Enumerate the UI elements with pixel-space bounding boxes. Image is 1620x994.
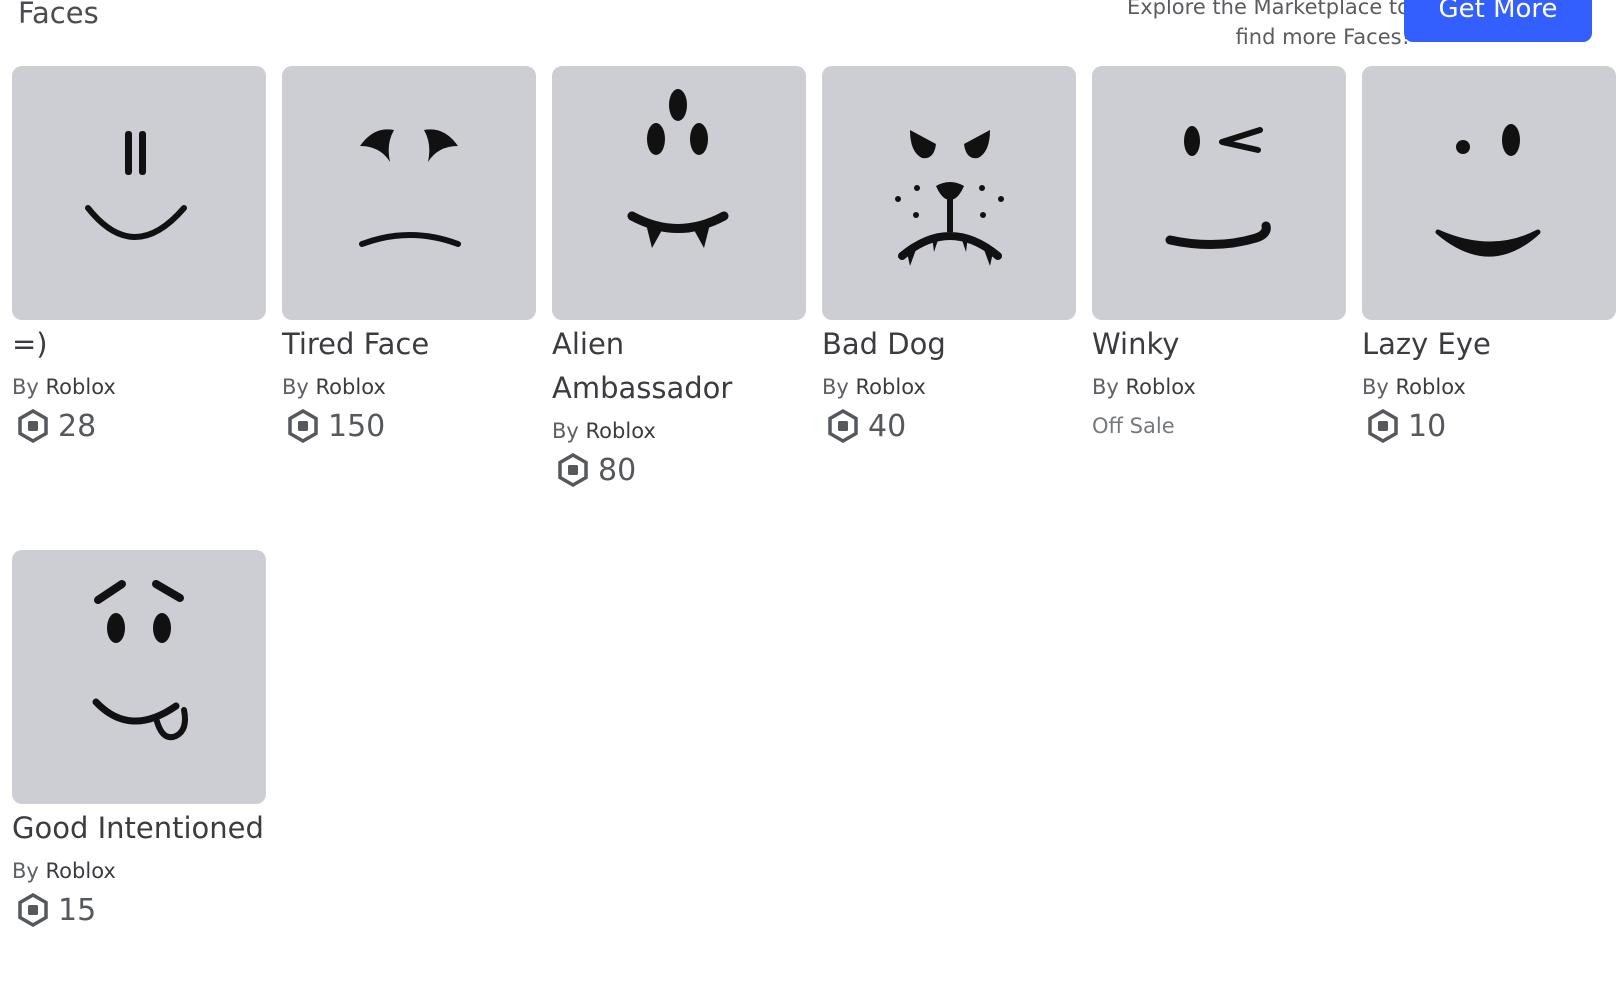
item-thumbnail[interactable] <box>822 66 1076 320</box>
price-amount: 150 <box>328 408 386 444</box>
robux-icon <box>18 409 48 443</box>
good-intentioned-face-icon <box>92 580 188 741</box>
item-creator: By Roblox <box>12 372 266 402</box>
winky-face-icon <box>1165 126 1271 249</box>
item-price: 150 <box>282 408 536 444</box>
by-label: By <box>1092 375 1119 399</box>
item-creator: By Roblox <box>12 856 266 886</box>
item-name[interactable]: Tired Face <box>282 322 536 366</box>
item-creator: By Roblox <box>282 372 536 402</box>
alien-ambassador-face-icon <box>627 89 729 248</box>
equals-smile-face-icon <box>85 131 187 240</box>
item-card[interactable]: Bad Dog By Roblox 40 <box>822 66 1076 444</box>
by-label: By <box>12 859 39 883</box>
item-price: 15 <box>12 892 266 928</box>
item-price: 10 <box>1362 408 1616 444</box>
price-amount: 40 <box>868 408 907 444</box>
item-card[interactable]: Winky By Roblox Off Sale <box>1092 66 1346 444</box>
item-card[interactable]: =) By Roblox 28 <box>12 66 266 444</box>
item-name[interactable]: Winky <box>1092 322 1346 366</box>
item-thumbnail[interactable] <box>282 66 536 320</box>
item-thumbnail[interactable] <box>1362 66 1616 320</box>
get-more-label: Get More <box>1438 0 1558 24</box>
section-title: Faces <box>18 0 99 30</box>
creator-link[interactable]: Roblox <box>316 375 386 399</box>
item-name[interactable]: Bad Dog <box>822 322 1076 366</box>
header-subtitle-bottom: find more Faces! <box>1235 25 1410 49</box>
by-label: By <box>1362 375 1389 399</box>
get-more-button[interactable]: Get More <box>1404 0 1592 42</box>
robux-icon <box>18 893 48 927</box>
item-price: 40 <box>822 408 1076 444</box>
lazy-eye-face-icon <box>1435 124 1541 257</box>
item-card[interactable]: Lazy Eye By Roblox 10 <box>1362 66 1616 444</box>
tired-face-icon <box>359 129 461 247</box>
robux-icon <box>558 453 588 487</box>
by-label: By <box>822 375 849 399</box>
by-label: By <box>552 419 579 443</box>
price-amount: 28 <box>58 408 97 444</box>
item-name[interactable]: Lazy Eye <box>1362 322 1616 366</box>
off-sale-status: Off Sale <box>1092 414 1175 438</box>
by-label: By <box>12 375 39 399</box>
price-amount: 80 <box>598 452 637 488</box>
item-card[interactable]: Good Intentioned By Roblox 15 <box>12 550 266 928</box>
item-price: 80 <box>552 452 806 488</box>
header-subtitle: Explore the Marketplace to find more Fac… <box>1127 0 1410 52</box>
item-thumbnail[interactable] <box>552 66 806 320</box>
price-amount: 15 <box>58 892 97 928</box>
item-thumbnail[interactable] <box>12 66 266 320</box>
item-creator: By Roblox <box>552 416 806 446</box>
creator-link[interactable]: Roblox <box>1396 375 1466 399</box>
item-name[interactable]: Alien Ambassador <box>552 322 806 410</box>
item-name[interactable]: =) <box>12 322 266 366</box>
item-thumbnail[interactable] <box>1092 66 1346 320</box>
robux-icon <box>828 409 858 443</box>
creator-link[interactable]: Roblox <box>46 859 116 883</box>
creator-link[interactable]: Roblox <box>1126 375 1196 399</box>
item-creator: By Roblox <box>822 372 1076 402</box>
creator-link[interactable]: Roblox <box>46 375 116 399</box>
item-creator: By Roblox <box>1362 372 1616 402</box>
robux-icon <box>288 409 318 443</box>
price-amount: 10 <box>1408 408 1447 444</box>
item-price: 28 <box>12 408 266 444</box>
item-thumbnail[interactable] <box>12 550 266 804</box>
bad-dog-face-icon <box>895 130 1004 266</box>
item-card[interactable]: Tired Face By Roblox 150 <box>282 66 536 444</box>
creator-link[interactable]: Roblox <box>586 419 656 443</box>
header-subtitle-top: Explore the Marketplace to <box>1126 0 1410 19</box>
item-card[interactable]: Alien Ambassador By Roblox 80 <box>552 66 806 488</box>
by-label: By <box>282 375 309 399</box>
item-creator: By Roblox <box>1092 372 1346 402</box>
creator-link[interactable]: Roblox <box>856 375 926 399</box>
robux-icon <box>1368 409 1398 443</box>
item-name[interactable]: Good Intentioned <box>12 806 266 850</box>
